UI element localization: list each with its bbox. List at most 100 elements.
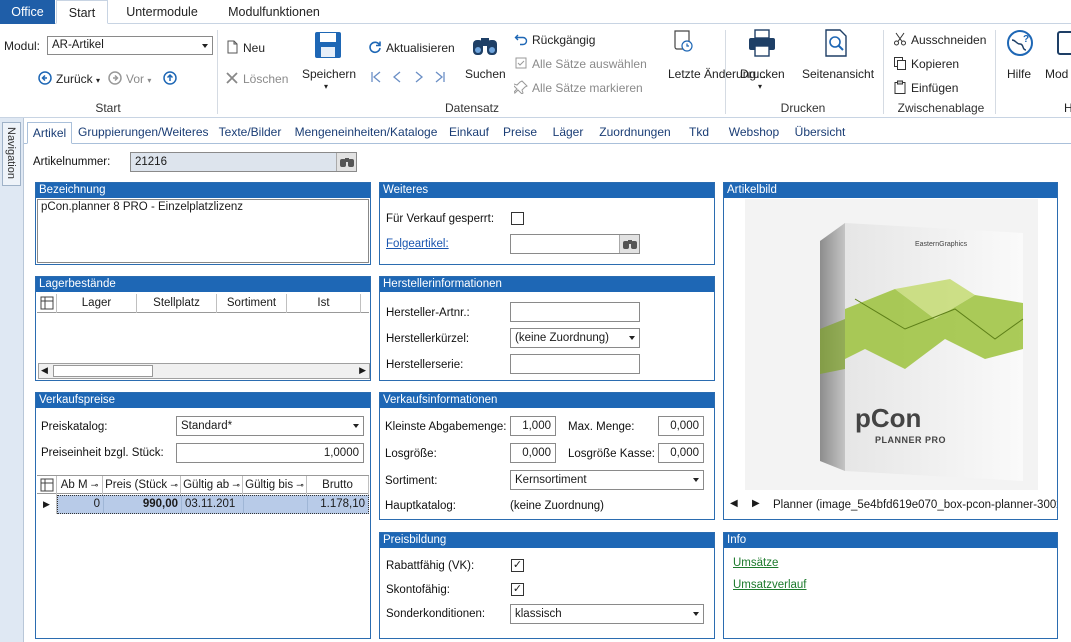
chevron-down-icon: ▾ (324, 82, 329, 91)
page-preview-icon (825, 29, 847, 57)
tab-untermodule[interactable]: Untermodule (114, 0, 210, 24)
refresh-button[interactable]: Aktualisieren (368, 40, 455, 55)
tab-webshop[interactable]: Webshop (727, 122, 781, 144)
verkauf-gesperrt-checkbox[interactable] (511, 212, 524, 225)
module-button[interactable]: Mod (1040, 28, 1071, 88)
tab-artikel[interactable]: Artikel (27, 122, 72, 144)
tab-texte-bilder[interactable]: Texte/Bilder (216, 122, 284, 144)
next-image-icon[interactable]: ▶ (752, 498, 760, 509)
tab-modulfunktionen[interactable]: Modulfunktionen (218, 0, 330, 24)
page-preview-button[interactable]: Seitenansicht (798, 28, 878, 88)
select-all-records-button[interactable]: Alle Sätze auswählen (514, 56, 647, 71)
print-label: Drucken (740, 67, 785, 81)
folgeartikel-link[interactable]: Folgeartikel: (386, 238, 449, 250)
column-header-brutto[interactable]: Brutto (307, 476, 369, 495)
cut-button[interactable]: Ausschneiden (893, 32, 986, 47)
chevron-down-icon: ▾ (758, 82, 763, 91)
tab-uebersicht[interactable]: Übersicht (792, 122, 848, 144)
column-label: Preis (Stück (105, 479, 168, 491)
hersteller-artnr-field[interactable] (510, 302, 640, 322)
artikelnummer-field[interactable]: 21216 (130, 152, 357, 172)
copy-button[interactable]: Kopieren (893, 56, 959, 71)
record-navigation-arrows[interactable] (370, 70, 450, 84)
undo-label: Rückgängig (532, 33, 596, 47)
paste-button[interactable]: Einfügen (893, 80, 958, 95)
print-button[interactable]: Drucken ▾ (735, 28, 791, 98)
tab-tkd[interactable]: Tkd (684, 122, 714, 144)
losgroesse-field[interactable]: 0,000 (510, 443, 556, 463)
column-header-gueltig-ab[interactable]: Gültig ab ⊸ (181, 476, 243, 495)
row-indicator-icon: ▶ (37, 495, 57, 514)
grid-chooser-icon[interactable] (37, 294, 57, 313)
last-change-button[interactable]: Letzte Änderung... (650, 28, 766, 98)
search-binoculars-icon[interactable] (619, 235, 639, 253)
losgroesse-kasse-field[interactable]: 0,000 (658, 443, 704, 463)
search-button[interactable]: Suchen (460, 30, 510, 90)
table-row[interactable]: ▶ 0 990,00 03.11.201 1.178,10 (37, 495, 369, 514)
chevron-down-icon (629, 336, 635, 340)
umsaetze-link[interactable]: Umsätze (733, 557, 778, 569)
column-header-sortiment[interactable]: Sortiment (217, 294, 287, 313)
selected-row[interactable]: 0 990,00 03.11.201 1.178,10 (57, 495, 369, 514)
help-button[interactable]: ? Hilfe (1002, 28, 1038, 88)
sonderkonditionen-select[interactable]: klassisch (510, 604, 704, 624)
page-preview-label: Seitenansicht (802, 67, 875, 81)
copy-label: Kopieren (911, 57, 960, 71)
bezeichnung-textarea[interactable]: pCon.planner 8 PRO - Einzelplatzlizenz (37, 199, 369, 263)
group-label-start: Start (95, 101, 121, 115)
rabattfaehig-checkbox[interactable]: ✓ (511, 559, 524, 572)
scroll-left-icon[interactable]: ◀ (41, 365, 48, 376)
mark-all-records-button[interactable]: Alle Sätze markieren (514, 80, 643, 95)
tab-einkauf[interactable]: Einkauf (447, 122, 491, 144)
column-header-ab-m[interactable]: Ab M ⊸ (57, 476, 103, 495)
scrollbar-thumb[interactable] (53, 365, 153, 377)
column-header-preis[interactable]: Preis (Stück ⊸ (103, 476, 181, 495)
hersteller-artnr-label: Hersteller-Artnr.: (386, 307, 470, 319)
delete-button[interactable]: Löschen (225, 71, 288, 86)
losgroesse-label: Losgröße: (385, 448, 437, 460)
column-header-ist[interactable]: Ist (287, 294, 361, 313)
artikelnummer-value: 21216 (135, 156, 167, 168)
navigation-toggle[interactable]: Navigation (2, 122, 21, 186)
preiseinheit-field[interactable]: 1,0000 (176, 443, 364, 463)
folgeartikel-field[interactable] (510, 234, 640, 254)
up-arrow-icon[interactable] (163, 71, 177, 85)
column-header-gueltig-bis[interactable]: Gültig bis ⊸ (243, 476, 307, 495)
save-button[interactable]: Speichern ▾ (298, 30, 358, 114)
skontofaehig-checkbox[interactable]: ✓ (511, 583, 524, 596)
group-label-hilfe-cut: H (1064, 101, 1071, 115)
panel-lagerbestaende: Lagerbestände Lager Stellplatz Sortiment… (35, 276, 371, 381)
kleinste-abgabemenge-field[interactable]: 1,000 (510, 416, 556, 436)
undo-button[interactable]: Rückgängig (514, 32, 595, 47)
tab-preise[interactable]: Preise (501, 122, 539, 144)
umsatzverlauf-link[interactable]: Umsatzverlauf (733, 579, 807, 591)
tab-gruppierungen[interactable]: Gruppierungen/Weiteres (78, 122, 209, 144)
herstellerserie-field[interactable] (510, 354, 640, 374)
tab-start[interactable]: Start (56, 0, 108, 24)
sortiment-select[interactable]: Kernsortiment (510, 470, 704, 490)
forward-button[interactable]: Vor ▾ (108, 71, 151, 86)
navigation-strip (0, 118, 24, 642)
horizontal-scrollbar[interactable]: ◀ ▶ (38, 363, 370, 379)
search-binoculars-icon[interactable] (336, 153, 356, 171)
tab-laeger[interactable]: Läger (550, 122, 586, 144)
max-menge-field[interactable]: 0,000 (658, 416, 704, 436)
previous-image-icon[interactable]: ◀ (730, 498, 738, 509)
back-button[interactable]: Zurück ▾ (38, 71, 100, 86)
back-arrow-icon (38, 71, 52, 85)
ribbon: Modul: AR-Artikel Zurück ▾ Vor ▾ Start N… (0, 24, 1071, 118)
herstellerkuerzel-select[interactable]: (keine Zuordnung) (510, 328, 640, 348)
cell-preis: 990,00 (104, 496, 182, 513)
new-button[interactable]: Neu (225, 40, 265, 55)
group-label-datensatz: Datensatz (444, 101, 500, 115)
scroll-right-icon[interactable]: ▶ (359, 365, 366, 376)
preiskatalog-select[interactable]: Standard* (176, 416, 364, 436)
tab-zuordnungen[interactable]: Zuordnungen (597, 122, 673, 144)
column-header-lager[interactable]: Lager (57, 294, 137, 313)
tab-mengeneinheiten[interactable]: Mengeneinheiten/Kataloge (292, 122, 440, 144)
grid-chooser-icon[interactable] (37, 476, 57, 495)
modul-select[interactable]: AR-Artikel (47, 36, 213, 55)
column-header-stellplatz[interactable]: Stellplatz (137, 294, 217, 313)
tab-office[interactable]: Office (0, 0, 55, 24)
help-label: Hilfe (1007, 67, 1032, 81)
